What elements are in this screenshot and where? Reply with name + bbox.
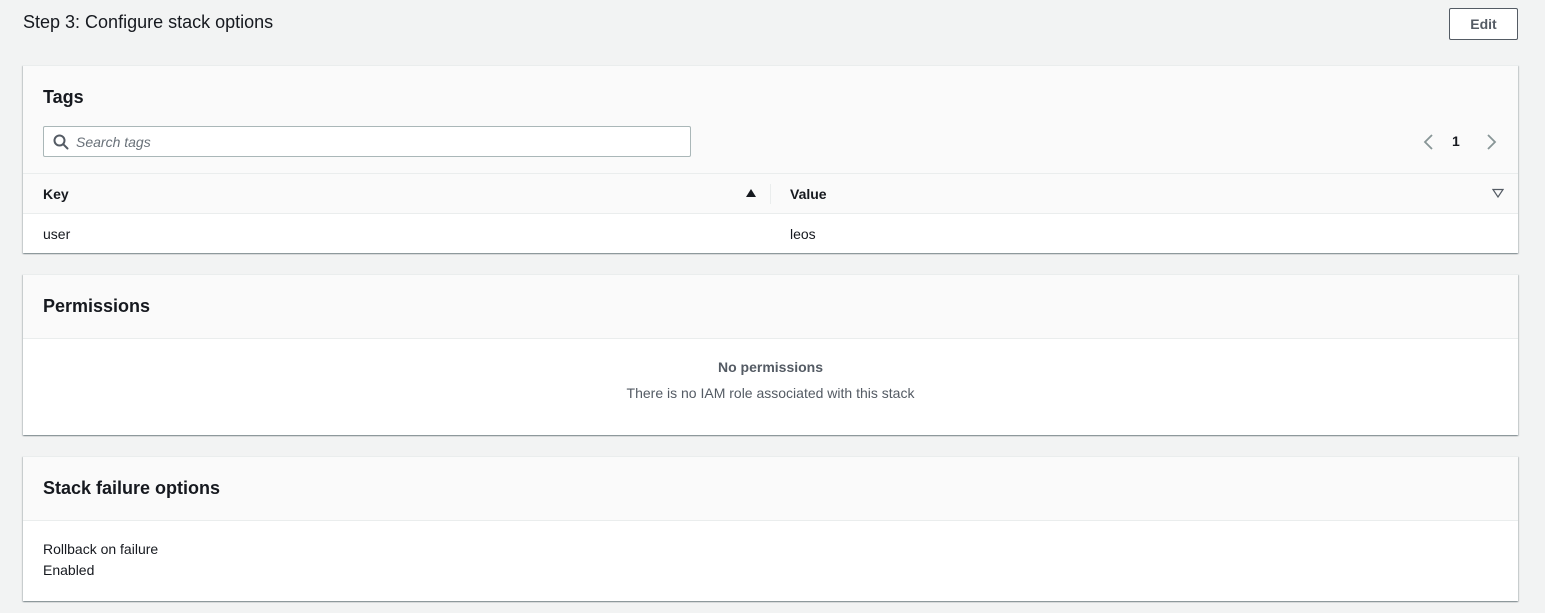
search-icon (53, 134, 69, 150)
rollback-label: Rollback on failure (43, 541, 159, 557)
permissions-empty-state: No permissions There is no IAM role asso… (23, 339, 1518, 401)
pagination: 1 (1422, 132, 1498, 152)
tags-table-header: Key Value (23, 174, 1518, 214)
sort-descending-icon[interactable] (1492, 188, 1504, 198)
stack-failure-panel: Stack failure options Rollback on failur… (23, 456, 1518, 601)
page-number[interactable]: 1 (1452, 133, 1460, 149)
empty-state-description: There is no IAM role associated with thi… (626, 385, 915, 401)
column-header-value[interactable]: Value (790, 186, 827, 202)
stack-failure-panel-header: Stack failure options (23, 457, 1518, 521)
step-header: Step 3: Configure stack options Edit (23, 0, 1518, 44)
tags-panel-header: Tags 1 (23, 66, 1518, 174)
table-row: user leos (23, 214, 1518, 254)
stack-failure-title: Stack failure options (43, 478, 221, 498)
sort-ascending-icon[interactable] (745, 188, 757, 198)
tags-panel: Tags 1 Key Value user (23, 65, 1518, 253)
tag-value-cell: leos (790, 226, 816, 242)
chevron-left-icon[interactable] (1422, 132, 1436, 152)
column-divider[interactable] (770, 184, 771, 204)
tags-title: Tags (43, 87, 84, 107)
tag-key-cell: user (43, 226, 71, 242)
empty-state-title: No permissions (717, 359, 824, 375)
permissions-title: Permissions (43, 296, 151, 316)
permissions-panel-header: Permissions (23, 275, 1518, 339)
rollback-setting: Rollback on failure Enabled (43, 541, 158, 578)
chevron-right-icon[interactable] (1484, 132, 1498, 152)
rollback-value: Enabled (43, 562, 95, 578)
column-header-key[interactable]: Key (43, 186, 69, 202)
permissions-panel: Permissions No permissions There is no I… (23, 274, 1518, 435)
edit-button[interactable]: Edit (1449, 8, 1518, 40)
step-title: Step 3: Configure stack options (23, 12, 274, 32)
search-tags-input[interactable] (76, 127, 676, 156)
tags-search[interactable] (43, 126, 691, 157)
